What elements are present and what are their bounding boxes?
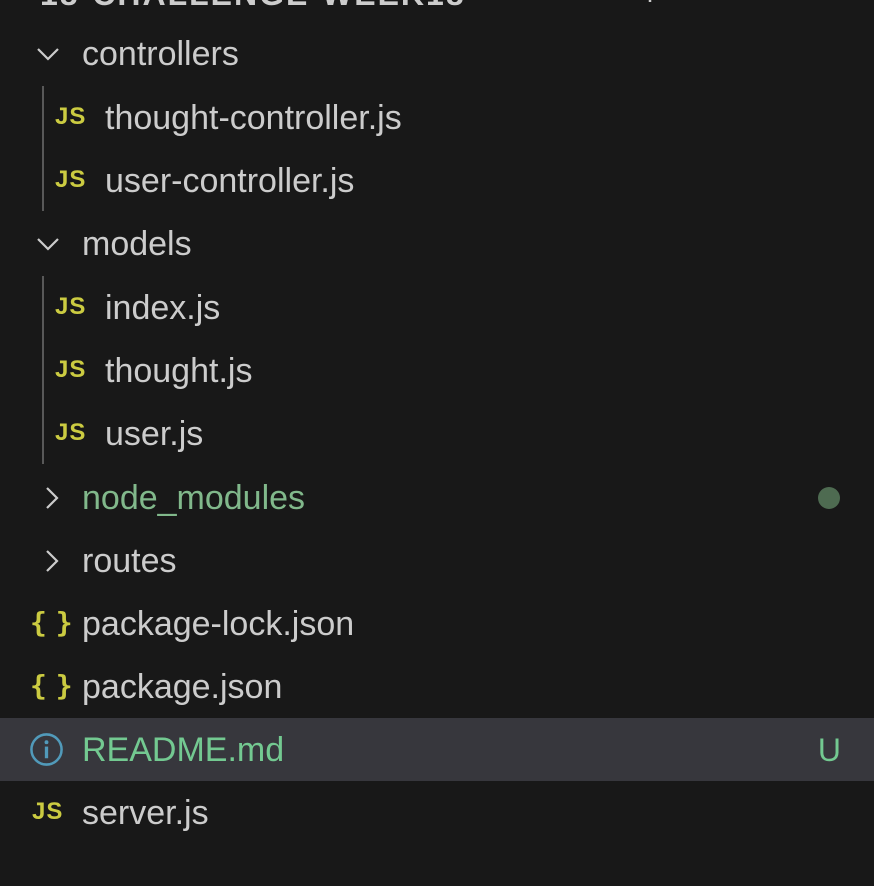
- chevron-right-icon[interactable]: [40, 549, 64, 573]
- folder-label: routes: [82, 542, 177, 580]
- folder-controllers[interactable]: controllers: [0, 22, 874, 85]
- file-label: server.js: [82, 794, 209, 832]
- explorer-header: 18-CHALLENGE-WEEK18: [0, 0, 874, 13]
- file-readme[interactable]: README.md U: [0, 718, 874, 781]
- file-explorer: 18-CHALLENGE-WEEK18 controllers JS thoug…: [0, 0, 874, 886]
- git-status-dot: [818, 487, 840, 509]
- file-label: user-controller.js: [105, 162, 355, 200]
- file-label: package-lock.json: [82, 605, 355, 643]
- folder-label: models: [82, 225, 192, 263]
- file-thought-controller[interactable]: JS thought-controller.js: [0, 86, 874, 149]
- json-file-icon: { }: [30, 606, 73, 639]
- folder-routes[interactable]: routes: [0, 529, 874, 592]
- file-package-lock[interactable]: { } package-lock.json: [0, 592, 874, 655]
- collapse-all-icon[interactable]: [824, 0, 864, 6]
- explorer-actions: [626, 0, 864, 6]
- json-file-icon: { }: [30, 669, 73, 702]
- refresh-icon[interactable]: [758, 0, 798, 6]
- file-label: thought.js: [105, 352, 253, 390]
- chevron-down-icon[interactable]: [36, 42, 60, 66]
- file-thought[interactable]: JS thought.js: [0, 339, 874, 402]
- folder-node-modules[interactable]: node_modules: [0, 466, 874, 529]
- js-file-icon: JS: [32, 798, 64, 825]
- file-user-controller[interactable]: JS user-controller.js: [0, 149, 874, 212]
- folder-models[interactable]: models: [0, 212, 874, 275]
- workspace-title[interactable]: 18-CHALLENGE-WEEK18: [40, 0, 466, 13]
- file-package[interactable]: { } package.json: [0, 655, 874, 718]
- file-label: index.js: [105, 289, 221, 327]
- file-label: README.md: [82, 731, 285, 769]
- js-file-icon: JS: [55, 166, 87, 193]
- folder-label: controllers: [82, 35, 239, 73]
- js-file-icon: JS: [55, 103, 87, 130]
- file-server[interactable]: JS server.js: [0, 781, 874, 844]
- chevron-down-icon[interactable]: [36, 232, 60, 256]
- js-file-icon: JS: [55, 419, 87, 446]
- git-status-untracked: U: [817, 732, 841, 768]
- info-icon: [30, 733, 63, 766]
- file-label: thought-controller.js: [105, 99, 402, 137]
- file-label: user.js: [105, 415, 204, 453]
- file-label: package.json: [82, 668, 283, 706]
- file-user[interactable]: JS user.js: [0, 402, 874, 465]
- new-folder-icon[interactable]: [692, 0, 732, 6]
- chevron-right-icon[interactable]: [40, 486, 64, 510]
- js-file-icon: JS: [55, 293, 87, 320]
- folder-label: node_modules: [82, 479, 306, 517]
- file-index[interactable]: JS index.js: [0, 276, 874, 339]
- new-file-icon[interactable]: [626, 0, 666, 6]
- js-file-icon: JS: [55, 356, 87, 383]
